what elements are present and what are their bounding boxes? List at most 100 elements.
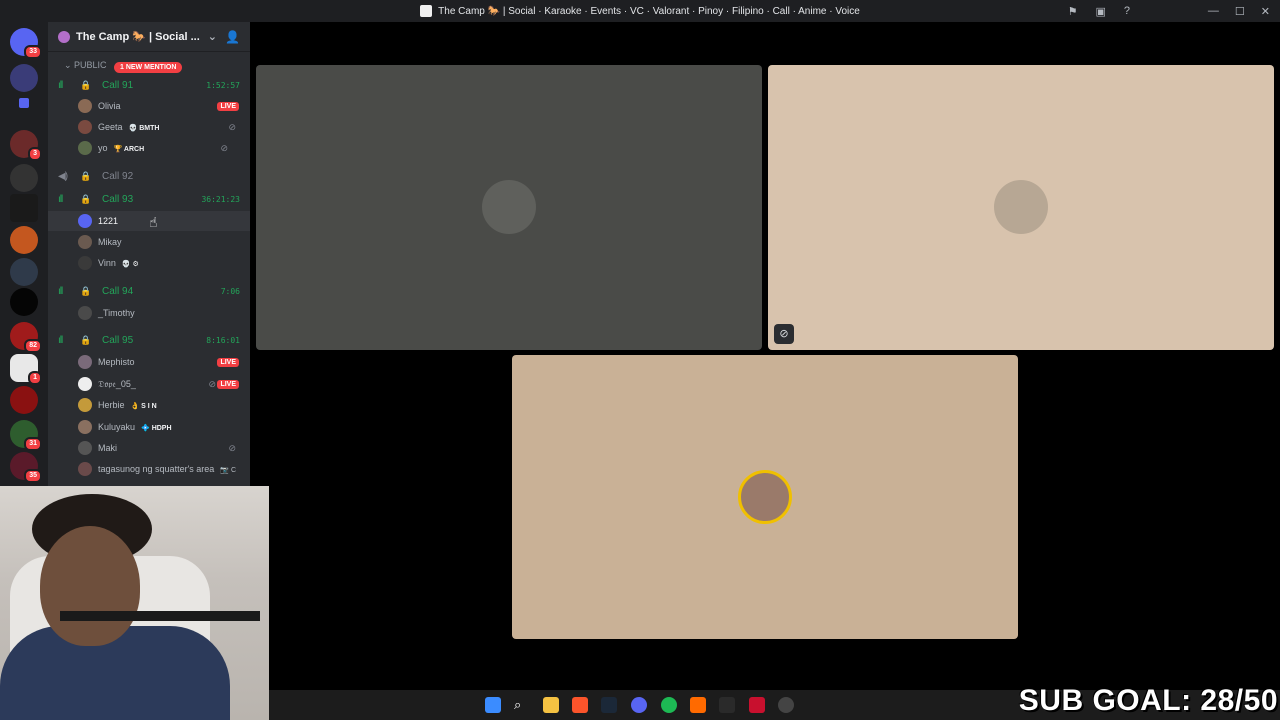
voice-activity-icon: ıll xyxy=(58,193,63,205)
server-icon[interactable] xyxy=(10,386,38,414)
participant-avatar xyxy=(482,180,536,234)
voice-member[interactable]: Geeta 💀 BMTH ⊘ xyxy=(48,117,250,137)
terminal-icon[interactable] xyxy=(719,697,735,713)
maximize-button[interactable]: ☐ xyxy=(1235,5,1245,18)
avatar xyxy=(78,214,92,228)
voice-channel-call-92[interactable]: ◀) 🔒 Call 92 xyxy=(48,167,250,185)
participant-avatar xyxy=(994,180,1048,234)
avatar xyxy=(78,306,92,320)
participant-tile[interactable] xyxy=(512,355,1018,639)
voice-channel-call-95[interactable]: ıll 🔒 Call 95 8:16:01 xyxy=(48,331,250,349)
category-public[interactable]: ⌄ PUBLIC xyxy=(64,60,107,71)
voice-channel-call-91[interactable]: ıll 🔒 Call 91 1:52:57 xyxy=(48,76,250,94)
lock-icon: 🔒 xyxy=(80,285,92,296)
avatar xyxy=(78,99,92,113)
voice-member[interactable]: Olivia LIVE xyxy=(48,96,250,116)
file-explorer-icon[interactable] xyxy=(543,697,559,713)
voice-member[interactable]: 𝔇𝔬𝔭𝔢_05_ ⊘ LIVE xyxy=(48,374,250,394)
guild-header[interactable]: The Camp 🐎 | Social ... ⌄ 👤 xyxy=(48,22,250,52)
channel-name: Call 93 xyxy=(102,193,134,205)
lock-icon: 🔒 xyxy=(80,170,92,181)
server-icon[interactable]: 35 xyxy=(10,452,42,483)
guild-name: The Camp 🐎 | Social ... xyxy=(76,31,200,43)
call-timer: 36:21:23 xyxy=(201,194,240,204)
voice-activity-icon: ıll xyxy=(58,79,63,91)
voice-member[interactable]: Mikay xyxy=(48,232,250,252)
home-badge: 33 xyxy=(24,45,42,59)
voice-member[interactable]: Vinn 💀 ⚙ xyxy=(48,253,250,273)
voice-channel-call-93[interactable]: ıll 🔒 Call 93 36:21:23 xyxy=(48,190,250,208)
deafened-icon: ⊘ xyxy=(208,378,216,389)
sub-goal-overlay: SUB GOAL: 28/50 xyxy=(1018,684,1278,717)
participant-tile[interactable] xyxy=(256,65,762,350)
window-titlebar: The Camp 🐎 | Social · Karaoke · Events ·… xyxy=(0,0,1280,22)
guild-icon xyxy=(58,30,70,43)
lock-icon: 🔒 xyxy=(80,193,92,204)
window-title: The Camp 🐎 | Social · Karaoke · Events ·… xyxy=(438,5,860,17)
server-icon[interactable] xyxy=(10,226,38,254)
deafened-icon: ⊘ xyxy=(228,442,236,453)
voice-member[interactable]: Maki ⊘ xyxy=(48,438,250,458)
folder-icon[interactable] xyxy=(19,98,29,108)
deafened-icon: ⊘ xyxy=(220,142,228,153)
minimize-button[interactable]: — xyxy=(1208,5,1219,17)
server-icon[interactable]: 82 xyxy=(10,322,42,353)
inbox-icon[interactable]: ⚑ xyxy=(1068,5,1078,18)
app-icon[interactable] xyxy=(690,697,706,713)
voice-member[interactable]: Kuluyaku 💠 HDPH xyxy=(48,417,250,437)
server-icon[interactable]: 3 xyxy=(10,130,42,161)
server-badge: 3 xyxy=(28,147,42,161)
app-icon[interactable] xyxy=(749,697,765,713)
avatar xyxy=(78,398,92,412)
server-icon[interactable] xyxy=(10,64,38,92)
avatar xyxy=(78,420,92,434)
deafened-icon: ⊘ xyxy=(774,324,794,344)
voice-channel-call-94[interactable]: ıll 🔒 Call 94 7:06 xyxy=(48,282,250,300)
channel-name: Call 94 xyxy=(102,285,134,297)
call-timer: 1:52:57 xyxy=(206,80,240,90)
voice-member[interactable]: tagasunog ng squatter's area 📷 C xyxy=(48,459,250,479)
avatar xyxy=(78,235,92,249)
add-member-icon[interactable]: 👤 xyxy=(225,30,240,44)
server-icon[interactable]: 31 xyxy=(10,420,42,451)
channel-name: Call 95 xyxy=(102,334,134,346)
search-icon[interactable]: ⌕ xyxy=(514,697,530,713)
live-badge: LIVE xyxy=(217,101,239,111)
avatar xyxy=(78,120,92,134)
spotify-icon[interactable] xyxy=(661,697,677,713)
microphone-arm xyxy=(60,611,260,621)
mouse-cursor: ☝ xyxy=(149,214,158,230)
windows-start-icon[interactable] xyxy=(485,697,501,713)
voice-member[interactable]: yo 🏆 ARCH ⊘ xyxy=(48,138,250,158)
home-discord-icon[interactable]: 33 xyxy=(10,28,42,59)
app-icon[interactable] xyxy=(778,697,794,713)
server-icon[interactable] xyxy=(10,288,38,316)
server-icon[interactable] xyxy=(10,164,38,192)
help-icon[interactable]: ? xyxy=(1124,5,1130,17)
voice-member[interactable]: Herbie 👌 S I N xyxy=(48,395,250,415)
screen-share-icon[interactable]: ▣ xyxy=(1095,5,1105,18)
voice-activity-icon: ıll xyxy=(58,285,63,297)
avatar xyxy=(78,256,92,270)
avatar xyxy=(78,441,92,455)
steam-icon[interactable] xyxy=(601,697,617,713)
server-icon-active[interactable]: 1 xyxy=(10,354,42,385)
live-badge: LIVE xyxy=(217,379,239,389)
voice-member[interactable]: Mephisto LIVE xyxy=(48,352,250,372)
server-icon[interactable] xyxy=(10,194,38,222)
server-badge: 35 xyxy=(24,469,42,483)
discord-icon[interactable] xyxy=(631,697,647,713)
server-badge: 82 xyxy=(24,339,42,353)
participant-tile[interactable]: ⊘ xyxy=(768,65,1274,350)
lock-icon: 🔒 xyxy=(80,79,92,90)
server-rail: 33 3 82 1 31 35 xyxy=(0,22,48,487)
voice-member[interactable]: _Timothy xyxy=(48,303,250,323)
chevron-down-icon[interactable]: ⌄ xyxy=(208,30,217,43)
new-mention-pill[interactable]: 1 NEW MENTION xyxy=(114,62,183,73)
avatar xyxy=(78,355,92,369)
avatar xyxy=(78,462,92,476)
server-icon[interactable] xyxy=(10,258,38,286)
brave-browser-icon[interactable] xyxy=(572,697,588,713)
close-button[interactable]: ✕ xyxy=(1261,5,1270,18)
streamer-webcam xyxy=(0,486,269,720)
